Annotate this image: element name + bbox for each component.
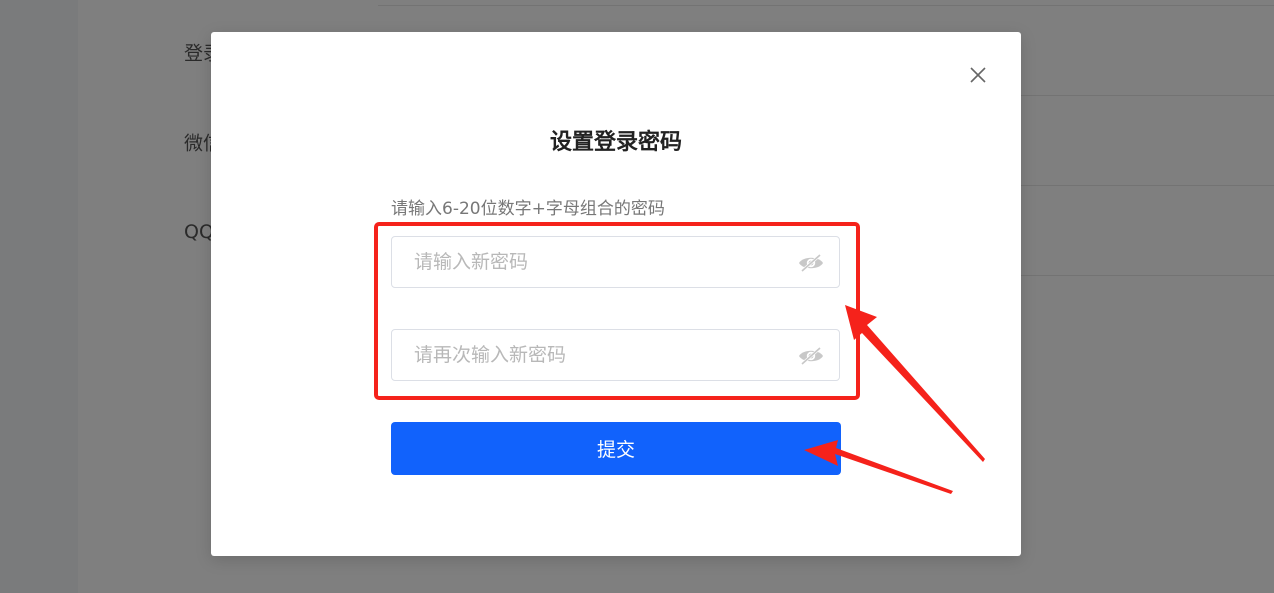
- submit-button[interactable]: 提交: [391, 422, 841, 475]
- password-hint: 请输入6-20位数字+字母组合的密码: [391, 199, 665, 219]
- page: 登录 微信 QQ 设置登录密码 请输入6-20位数字+字母组合的密码: [0, 0, 1274, 593]
- eye-hidden-icon[interactable]: [797, 252, 825, 274]
- new-password-field[interactable]: [391, 236, 840, 288]
- eye-hidden-icon[interactable]: [797, 345, 825, 367]
- dialog-title: 设置登录密码: [549, 130, 682, 155]
- confirm-password-input[interactable]: [414, 330, 774, 380]
- close-button[interactable]: [968, 65, 988, 85]
- close-icon: [970, 67, 986, 83]
- new-password-input[interactable]: [414, 237, 774, 287]
- confirm-password-field[interactable]: [391, 329, 840, 381]
- set-password-dialog: 设置登录密码 请输入6-20位数字+字母组合的密码 提交: [211, 32, 1021, 556]
